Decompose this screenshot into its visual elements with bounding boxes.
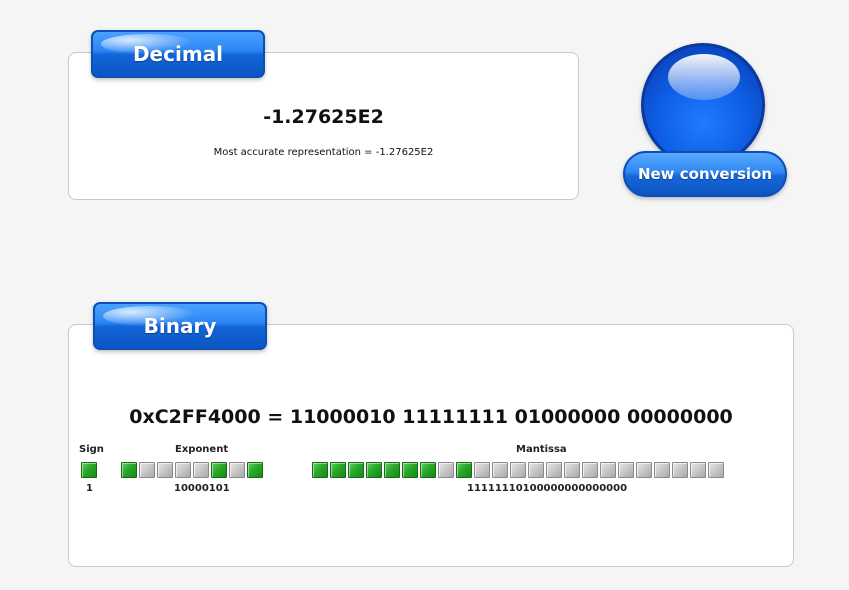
mantissa-bit-toggle[interactable] — [582, 462, 598, 478]
binary-tab-label: Binary — [143, 314, 217, 338]
mantissa-value: 11111110100000000000000 — [467, 483, 628, 494]
mantissa-bit-toggle[interactable] — [474, 462, 490, 478]
mantissa-bit-toggle[interactable] — [384, 462, 400, 478]
exponent-bit-toggle[interactable] — [157, 462, 173, 478]
exponent-bit-toggle[interactable] — [121, 462, 137, 478]
sign-value: 1 — [86, 483, 93, 494]
new-conversion-label[interactable]: New conversion — [623, 151, 787, 197]
orb-shine — [668, 54, 740, 100]
mantissa-bit-toggle[interactable] — [546, 462, 562, 478]
orb-button-icon[interactable] — [641, 43, 765, 167]
mantissa-bit-toggle[interactable] — [510, 462, 526, 478]
mantissa-bits — [312, 462, 724, 478]
hex-binary-line: 0xC2FF4000 = 11000010 11111111 01000000 … — [129, 406, 733, 428]
mantissa-bit-toggle[interactable] — [672, 462, 688, 478]
mantissa-bit-toggle[interactable] — [420, 462, 436, 478]
exponent-bit-toggle[interactable] — [229, 462, 245, 478]
decimal-tab-label: Decimal — [132, 42, 224, 66]
mantissa-bit-toggle[interactable] — [564, 462, 580, 478]
most-accurate-representation: Most accurate representation = -1.27625E… — [213, 147, 434, 158]
mantissa-bit-toggle[interactable] — [618, 462, 634, 478]
mantissa-bit-toggle[interactable] — [366, 462, 382, 478]
mantissa-bit-toggle[interactable] — [690, 462, 706, 478]
mantissa-bit-toggle[interactable] — [330, 462, 346, 478]
sign-header: Sign — [79, 444, 104, 455]
mantissa-bit-toggle[interactable] — [312, 462, 328, 478]
exponent-bit-toggle[interactable] — [247, 462, 263, 478]
exponent-bit-toggle[interactable] — [211, 462, 227, 478]
mantissa-header: Mantissa — [516, 444, 567, 455]
mantissa-bit-toggle[interactable] — [456, 462, 472, 478]
mantissa-bit-toggle[interactable] — [348, 462, 364, 478]
exponent-header: Exponent — [175, 444, 229, 455]
mantissa-bit-toggle[interactable] — [438, 462, 454, 478]
sign-bit-toggle[interactable] — [81, 462, 97, 478]
binary-tab: Binary — [93, 302, 267, 350]
mantissa-bit-toggle[interactable] — [402, 462, 418, 478]
new-conversion-button[interactable]: New conversion — [620, 40, 792, 202]
exponent-value: 10000101 — [174, 483, 230, 494]
exponent-bit-toggle[interactable] — [193, 462, 209, 478]
mantissa-bit-toggle[interactable] — [528, 462, 544, 478]
mantissa-bit-toggle[interactable] — [708, 462, 724, 478]
exponent-bit-toggle[interactable] — [175, 462, 191, 478]
mantissa-bit-toggle[interactable] — [636, 462, 652, 478]
exponent-bit-toggle[interactable] — [139, 462, 155, 478]
sign-bits — [81, 462, 97, 478]
mantissa-bit-toggle[interactable] — [492, 462, 508, 478]
mantissa-bit-toggle[interactable] — [654, 462, 670, 478]
exponent-bits — [121, 462, 263, 478]
decimal-value: -1.27625E2 — [263, 106, 384, 128]
mantissa-bit-toggle[interactable] — [600, 462, 616, 478]
decimal-tab: Decimal — [91, 30, 265, 78]
